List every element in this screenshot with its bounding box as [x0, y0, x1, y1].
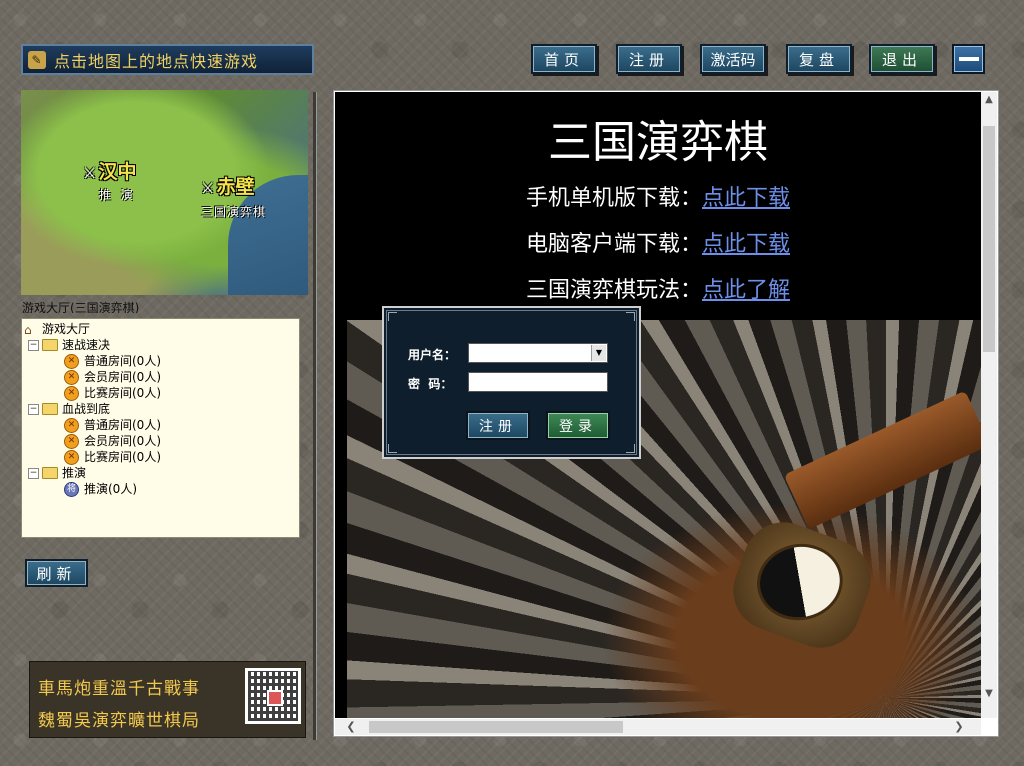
horizontal-scrollbar[interactable]: ❮ ❯: [335, 719, 981, 735]
room-icon: ✕: [64, 417, 79, 433]
chevron-down-icon[interactable]: ▼: [591, 345, 606, 361]
page-title: 三国演弈棋: [548, 117, 768, 168]
dialog-corner: [388, 312, 397, 321]
register-nav-button[interactable]: 注册: [616, 44, 682, 74]
pc-download-link[interactable]: 点此下载: [702, 232, 790, 257]
feather-icon: ✎: [28, 50, 46, 69]
login-dialog: 用户名： ▼ 密 码： 注册 登录: [382, 306, 641, 459]
room-icon: ✕: [64, 353, 79, 369]
room-icon: ✕: [64, 449, 79, 465]
qr-code-icon: [245, 668, 301, 724]
taiji-ornament: [722, 511, 882, 659]
world-map[interactable]: ⚔ 汉中 推 演 ⚔ 赤壁 三国演弈棋: [21, 90, 308, 295]
howto-row: 三国演弈棋玩法：点此了解: [525, 278, 791, 303]
tree-group[interactable]: − 血战到底: [24, 401, 299, 417]
map-location-chibi-sub: 三国演弈棋: [201, 205, 267, 219]
promo-line-2: 魏蜀吳演弈曠世棋局: [38, 711, 200, 731]
scroll-right-icon[interactable]: ❯: [951, 719, 967, 735]
collapse-icon[interactable]: −: [28, 339, 39, 351]
collapse-icon[interactable]: −: [28, 403, 39, 415]
minimize-button[interactable]: [952, 44, 985, 74]
tree-room[interactable]: ✕ 比赛房间(0人): [24, 449, 299, 465]
folder-icon: [42, 339, 58, 351]
lobby-tree: ⌂ 游戏大厅 − 速战速决 ✕ 普通房间(0人) ✕ 会员房间(0人) ✕ 比赛房间(…: [21, 318, 300, 538]
folder-icon: [42, 467, 58, 479]
dialog-corner: [626, 312, 635, 321]
scroll-left-icon[interactable]: ❮: [343, 719, 359, 735]
username-label: 用户名：: [408, 348, 457, 362]
scroll-down-icon[interactable]: ▼: [981, 686, 997, 702]
username-field[interactable]: ▼: [468, 343, 608, 363]
panel-divider[interactable]: [313, 92, 316, 740]
password-field[interactable]: [468, 372, 608, 392]
hall-icon: ⌂: [24, 323, 32, 337]
crossed-swords-icon: ⚔: [201, 179, 215, 197]
home-button[interactable]: 首页: [531, 44, 597, 74]
tree-room[interactable]: ✕ 会员房间(0人): [24, 433, 299, 449]
download-row-mobile: 手机单机版下载：点此下载: [525, 186, 791, 211]
tree-room[interactable]: 将推演(0人): [24, 481, 299, 497]
tree-room[interactable]: ✕ 普通房间(0人): [24, 353, 299, 369]
room-icon: ✕: [64, 369, 79, 385]
register-button[interactable]: 注册: [466, 411, 530, 440]
tree-room[interactable]: ✕ 会员房间(0人): [24, 369, 299, 385]
banner-text: 点击地图上的地点快速游戏: [54, 51, 259, 71]
download-row-pc: 电脑客户端下载：点此下载: [525, 232, 791, 257]
scroll-up-icon[interactable]: ▲: [981, 92, 997, 108]
map-location-chibi[interactable]: ⚔ 赤壁: [201, 172, 254, 199]
dialog-corner: [388, 444, 397, 453]
room-icon: ✕: [64, 385, 79, 401]
quick-play-banner: ✎ 点击地图上的地点快速游戏: [21, 44, 314, 75]
tree-room[interactable]: ✕ 普通房间(0人): [24, 417, 299, 433]
room-icon: 将: [64, 481, 79, 497]
mobile-download-link[interactable]: 点此下载: [702, 186, 790, 211]
tree-root[interactable]: ⌂ 游戏大厅: [24, 321, 299, 337]
replay-button[interactable]: 复盘: [786, 44, 852, 74]
horizontal-scroll-thumb[interactable]: [369, 721, 623, 733]
collapse-icon[interactable]: −: [28, 467, 39, 479]
password-label: 密 码：: [408, 377, 453, 391]
tree-group[interactable]: − 推演: [24, 465, 299, 481]
map-location-hanzhong-sub: 推 演: [99, 188, 136, 202]
tree-group[interactable]: − 速战速决: [24, 337, 299, 353]
yin-yang-icon: [754, 540, 846, 624]
refresh-button[interactable]: 刷新: [25, 559, 88, 587]
vertical-scrollbar[interactable]: ▲ ▼: [981, 92, 997, 718]
promo-banner: 車馬炮重溫千古戰事 魏蜀吳演弈曠世棋局: [29, 661, 306, 738]
vertical-scroll-thumb[interactable]: [983, 126, 995, 352]
dialog-corner: [626, 444, 635, 453]
minus-icon: [958, 57, 979, 61]
tree-room[interactable]: ✕ 比赛房间(0人): [24, 385, 299, 401]
fan-handle: [783, 390, 981, 530]
howto-link[interactable]: 点此了解: [702, 278, 790, 303]
room-icon: ✕: [64, 433, 79, 449]
crossed-swords-icon: ⚔: [83, 164, 97, 182]
map-location-hanzhong[interactable]: ⚔ 汉中: [83, 157, 136, 184]
activation-code-button[interactable]: 激活码: [700, 44, 766, 74]
folder-icon: [42, 403, 58, 415]
lobby-caption: 游戏大厅(三国演弈棋): [22, 301, 140, 313]
login-button[interactable]: 登录: [546, 411, 610, 440]
promo-line-1: 車馬炮重溫千古戰事: [38, 679, 200, 699]
exit-button[interactable]: 退出: [869, 44, 935, 74]
